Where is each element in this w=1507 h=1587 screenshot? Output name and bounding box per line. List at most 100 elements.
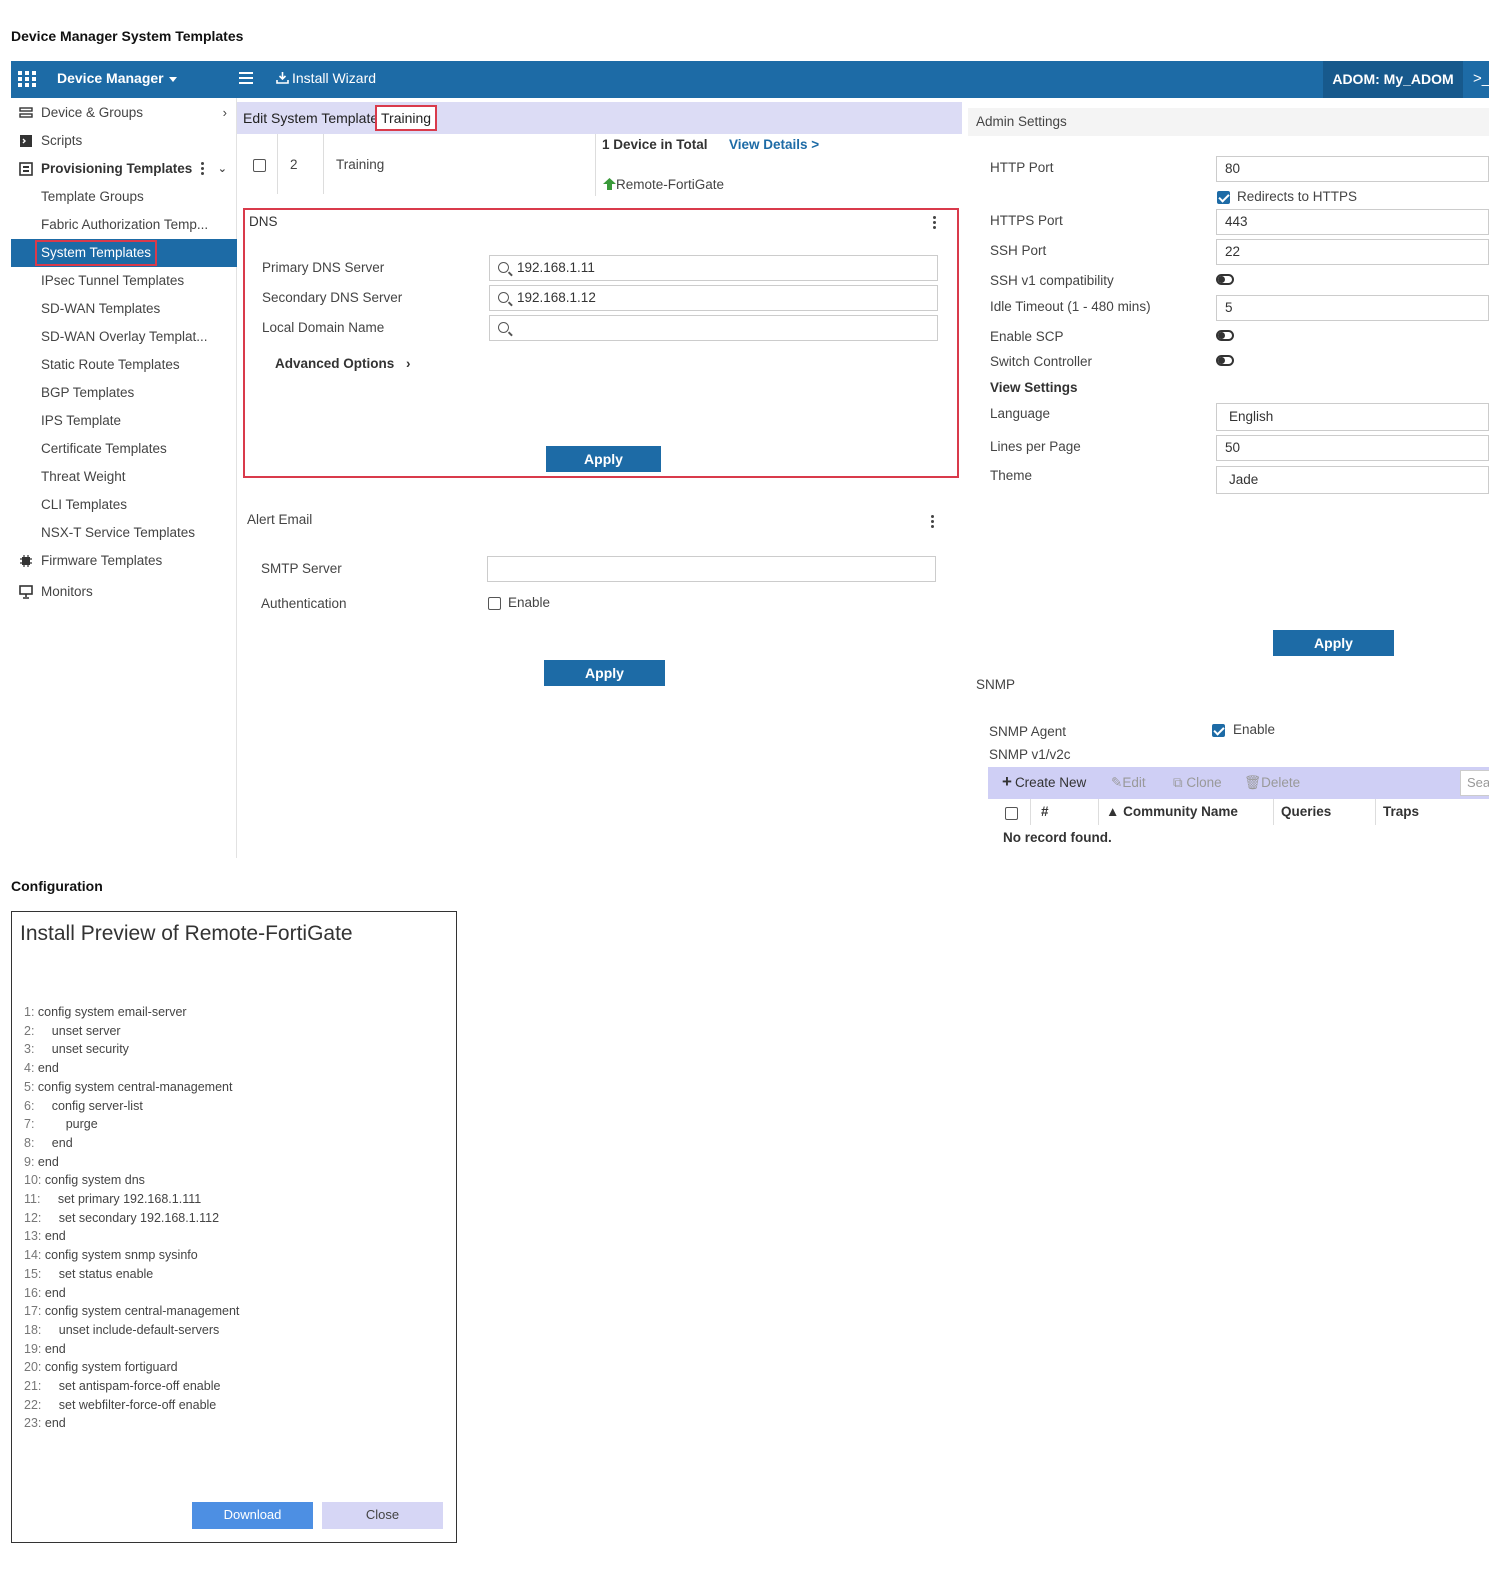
secondary-dns-input[interactable]: 192.168.1.12 [489, 285, 938, 311]
sidebar-item-label: System Templates [35, 240, 158, 266]
lines-per-page-input[interactable]: 50 [1216, 435, 1489, 461]
ssh-v1-toggle[interactable] [1216, 274, 1234, 285]
sidebar-item-threat-weight[interactable]: Threat Weight [11, 463, 237, 491]
secondary-dns-value: 192.168.1.12 [517, 290, 596, 305]
sidebar-item-label: Template Groups [41, 189, 144, 204]
smtp-server-label: SMTP Server [261, 561, 342, 576]
sidebar-item-label: Monitors [41, 584, 93, 599]
close-button[interactable]: Close [322, 1502, 443, 1529]
local-domain-label: Local Domain Name [262, 320, 385, 335]
plus-icon: + [1002, 772, 1012, 791]
edit-label: Edit [1122, 775, 1146, 790]
sidebar-item-ipsec-tunnel[interactable]: IPsec Tunnel Templates [11, 267, 237, 295]
sidebar-item-label: SD-WAN Overlay Templat... [41, 329, 208, 344]
local-domain-input[interactable] [489, 315, 938, 341]
app-grid-icon[interactable] [17, 70, 37, 88]
device-entry[interactable]: Remote-FortiGate [603, 177, 724, 192]
alert-email-apply-button[interactable]: Apply [544, 660, 665, 686]
ssh-port-input[interactable]: 22 [1216, 239, 1489, 265]
code-line: 17: config system central-management [24, 1304, 239, 1318]
line-number: 5: [24, 1079, 35, 1094]
redirect-https-checkbox[interactable] [1217, 191, 1230, 204]
row-checkbox[interactable] [253, 159, 266, 172]
clone-button[interactable]: ⧉ Clone [1173, 775, 1222, 791]
sidebar-item-sdwan[interactable]: SD-WAN Templates [11, 295, 237, 323]
download-button[interactable]: Download [192, 1502, 313, 1529]
sidebar-item-monitors[interactable]: Monitors [11, 578, 237, 606]
trash-icon: 🗑 [1244, 775, 1262, 790]
template-device-row: 2 Training [237, 134, 597, 196]
device-manager-label: Device Manager [57, 70, 164, 86]
install-wizard-button[interactable]: Install Wizard [276, 70, 376, 86]
line-text: set webfilter-force-off enable [41, 1397, 217, 1412]
primary-dns-input[interactable]: 192.168.1.11 [489, 255, 938, 281]
sidebar-item-static-route[interactable]: Static Route Templates [11, 351, 237, 379]
delete-label: Delete [1261, 775, 1301, 790]
sidebar-item-device-groups[interactable]: Device & Groups › [11, 99, 237, 127]
install-preview-dialog: Install Preview of Remote-FortiGate 1: c… [11, 911, 457, 1543]
line-text: purge [34, 1117, 98, 1132]
snmp-agent-checkbox[interactable] [1212, 724, 1225, 737]
sidebar: Device & Groups › Scripts Provisioning T… [11, 98, 237, 858]
hamburger-menu-icon[interactable] [239, 72, 253, 86]
code-line: 5: config system central-management [24, 1080, 232, 1094]
create-new-button[interactable]: + Create New [1002, 772, 1086, 791]
sidebar-item-firmware[interactable]: Firmware Templates [11, 547, 237, 575]
sidebar-item-template-groups[interactable]: Template Groups [11, 183, 237, 211]
code-line: 11: set primary 192.168.1.111 [24, 1192, 201, 1206]
install-wizard-label: Install Wizard [292, 70, 377, 86]
provisioning-icon [19, 162, 33, 176]
code-line: 14: config system snmp sysinfo [24, 1248, 198, 1262]
line-number: 19: [24, 1341, 42, 1356]
line-number: 4: [24, 1061, 35, 1076]
edit-button[interactable]: ✎Edit [1111, 775, 1146, 791]
col-community-name[interactable]: ▲ Community Name [1106, 804, 1238, 819]
line-text: end [41, 1416, 66, 1431]
snmp-select-all-checkbox[interactable] [1005, 807, 1018, 820]
https-port-input[interactable]: 443 [1216, 209, 1489, 235]
col-traps[interactable]: Traps [1383, 804, 1419, 819]
sidebar-item-certificate[interactable]: Certificate Templates [11, 435, 237, 463]
code-line: 18: unset include-default-servers [24, 1323, 219, 1337]
dns-more-icon[interactable] [933, 216, 936, 231]
view-details-link[interactable]: View Details > [729, 137, 819, 152]
enable-scp-toggle[interactable] [1216, 330, 1234, 341]
sidebar-item-nsxt[interactable]: NSX-T Service Templates [11, 519, 237, 547]
sidebar-item-system-templates[interactable]: System Templates [11, 239, 237, 267]
chevron-right-icon: › [222, 105, 227, 120]
sidebar-item-cli[interactable]: CLI Templates [11, 491, 237, 519]
line-number: 11: [24, 1192, 41, 1206]
sidebar-item-fabric-authorization[interactable]: Fabric Authorization Temp... [11, 211, 237, 239]
code-line: 20: config system fortiguard [24, 1360, 178, 1374]
col-queries[interactable]: Queries [1281, 804, 1331, 819]
language-select[interactable]: English [1216, 403, 1489, 431]
advanced-options-toggle[interactable]: Advanced Options › [275, 356, 411, 371]
authentication-checkbox[interactable] [488, 597, 501, 610]
sidebar-item-sdwan-overlay[interactable]: SD-WAN Overlay Templat... [11, 323, 237, 351]
alert-email-more-icon[interactable] [931, 515, 934, 530]
sidebar-item-bgp[interactable]: BGP Templates [11, 379, 237, 407]
snmp-search-input[interactable]: Sea [1460, 770, 1489, 796]
sidebar-item-provisioning-templates[interactable]: Provisioning Templates ⌄ [11, 155, 237, 183]
line-text: config system fortiguard [41, 1360, 178, 1375]
authentication-enable-label: Enable [508, 595, 551, 610]
admin-apply-button[interactable]: Apply [1273, 630, 1394, 656]
theme-select[interactable]: Jade [1216, 466, 1489, 494]
sidebar-item-scripts[interactable]: Scripts [11, 127, 237, 155]
chevron-down-icon[interactable]: ⌄ [218, 155, 227, 183]
adom-selector[interactable]: ADOM: My_ADOM [1323, 61, 1463, 98]
sidebar-item-ips[interactable]: IPS Template [11, 407, 237, 435]
delete-button[interactable]: 🗑Delete [1244, 775, 1300, 791]
code-line: 8: end [24, 1136, 73, 1150]
lines-per-page-label: Lines per Page [990, 439, 1081, 454]
device-manager-menu[interactable]: Device Manager [57, 70, 177, 86]
smtp-server-input[interactable] [487, 556, 936, 582]
http-port-input[interactable]: 80 [1216, 156, 1489, 182]
idle-timeout-input[interactable]: 5 [1216, 295, 1489, 321]
dns-apply-button[interactable]: Apply [546, 446, 661, 472]
cli-console-icon[interactable]: >_ [1473, 70, 1490, 87]
line-text: end [41, 1341, 66, 1356]
line-text: config system email-server [34, 1005, 187, 1019]
switch-controller-toggle[interactable] [1216, 355, 1234, 366]
more-options-icon[interactable] [201, 162, 204, 177]
